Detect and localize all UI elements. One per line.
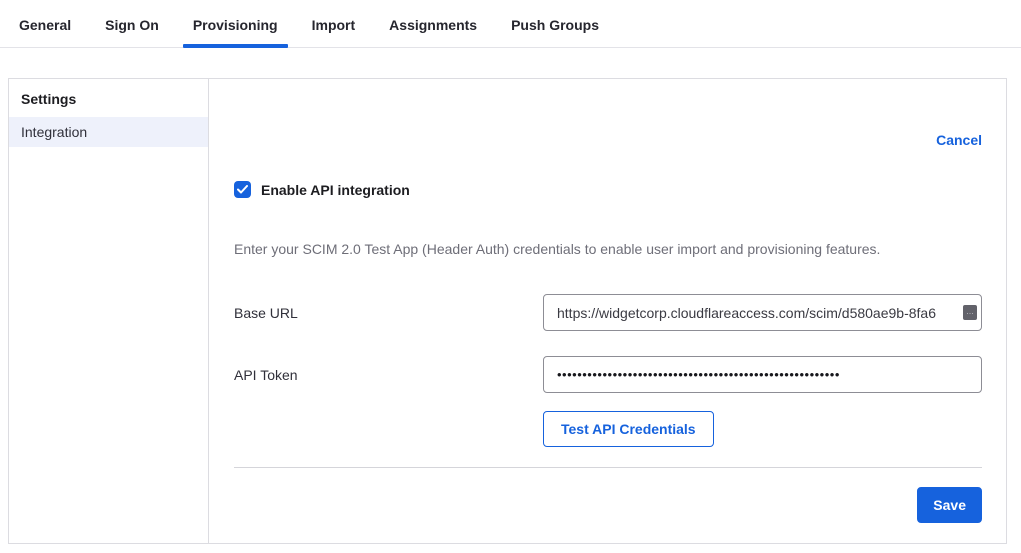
tab-general[interactable]: General bbox=[9, 17, 81, 47]
tab-sign-on[interactable]: Sign On bbox=[95, 17, 169, 47]
integration-settings-form: Cancel Enable API integration Enter your… bbox=[209, 79, 1006, 543]
base-url-field-row: Base URL … bbox=[234, 294, 982, 331]
form-divider bbox=[234, 467, 982, 468]
api-token-label: API Token bbox=[234, 367, 543, 383]
test-api-credentials-button[interactable]: Test API Credentials bbox=[543, 411, 714, 447]
sidebar-header: Settings bbox=[9, 79, 208, 117]
base-url-input[interactable] bbox=[543, 294, 982, 331]
cancel-link[interactable]: Cancel bbox=[936, 132, 982, 148]
app-tab-bar: General Sign On Provisioning Import Assi… bbox=[0, 0, 1021, 48]
api-token-field-row: API Token bbox=[234, 356, 982, 393]
sidebar-item-integration[interactable]: Integration bbox=[9, 117, 208, 147]
credentials-description: Enter your SCIM 2.0 Test App (Header Aut… bbox=[234, 241, 982, 257]
base-url-label: Base URL bbox=[234, 305, 543, 321]
provisioning-panel: Settings Integration Cancel Enable API i… bbox=[8, 78, 1007, 544]
enable-api-integration-checkbox[interactable] bbox=[234, 181, 251, 198]
tab-provisioning[interactable]: Provisioning bbox=[183, 17, 288, 47]
tab-assignments[interactable]: Assignments bbox=[379, 17, 487, 47]
tab-push-groups[interactable]: Push Groups bbox=[501, 17, 609, 47]
api-token-input[interactable] bbox=[543, 356, 982, 393]
tab-import[interactable]: Import bbox=[302, 17, 366, 47]
settings-sidebar: Settings Integration bbox=[9, 79, 209, 543]
check-icon bbox=[237, 185, 248, 194]
save-button[interactable]: Save bbox=[917, 487, 982, 523]
enable-api-integration-label[interactable]: Enable API integration bbox=[261, 182, 410, 198]
